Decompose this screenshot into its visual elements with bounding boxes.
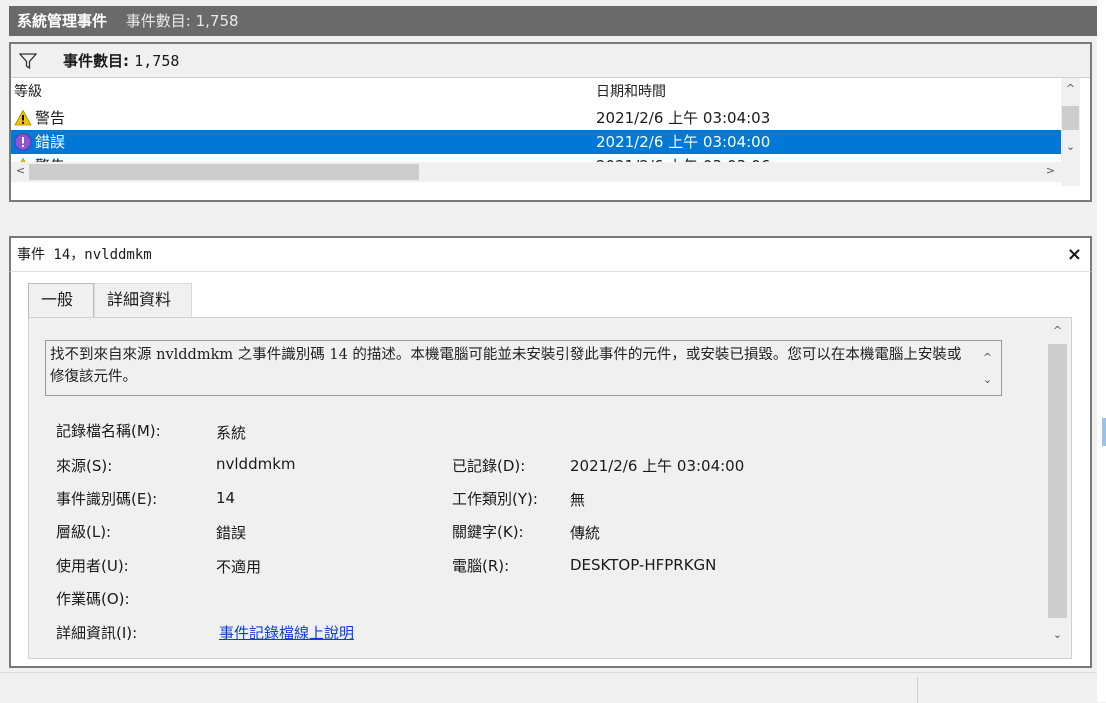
column-header-level[interactable]: 等級 [14, 78, 42, 106]
filter-bar: 事件數目: 1,758 [11, 44, 1090, 78]
status-bar [0, 672, 1097, 703]
tab-details[interactable]: 詳細資料 [94, 283, 192, 317]
scroll-thumb[interactable] [1048, 344, 1067, 618]
logged-value: 2021/2/6 上午 03:04:00 [570, 457, 745, 475]
online-help-link[interactable]: 事件記錄檔線上說明 [219, 622, 354, 643]
more-info-label: 詳細資訊(I): [56, 624, 138, 642]
source-label: 來源(S): [56, 457, 113, 475]
filter-icon[interactable] [19, 52, 37, 70]
description-box[interactable]: 找不到來自來源 nvlddmkm 之事件識別碼 14 的描述。本機電腦可能並未安… [45, 340, 1002, 396]
scroll-thumb[interactable] [29, 164, 419, 180]
detail-vertical-scrollbar[interactable]: ^ ⌄ [1046, 318, 1068, 656]
log-name-label: 記錄檔名稱(M): [56, 422, 161, 440]
level-label: 層級(L): [56, 523, 112, 541]
table-row[interactable]: 警告 2021/2/6 上午 03:04:03 [11, 106, 1061, 130]
scroll-up-icon[interactable]: ^ [1061, 82, 1080, 95]
opcode-label: 作業碼(O): [56, 590, 130, 608]
task-category-label: 工作類別(Y): [452, 490, 538, 508]
row-level: 警告 [35, 154, 65, 162]
scroll-left-icon[interactable]: < [11, 164, 30, 177]
column-header-datetime[interactable]: 日期和時間 [596, 78, 666, 106]
general-tab-content: 找不到來自來源 nvlddmkm 之事件識別碼 14 的描述。本機電腦可能並未安… [28, 317, 1072, 659]
level-value: 錯誤 [216, 524, 247, 542]
keywords-value: 傳統 [570, 524, 601, 542]
event-list-pane: 事件數目: 1,758 等級 日期和時間 警告 2021/2/6 上午 03:0… [9, 42, 1092, 202]
status-bar-divider [917, 677, 918, 703]
filter-summary: 事件數目: 1,758 [63, 50, 179, 71]
tab-general[interactable]: 一般 [28, 283, 94, 318]
right-edge-strip [1097, 0, 1106, 702]
splitter-highlight [1102, 418, 1106, 446]
close-icon[interactable]: × [1067, 238, 1082, 272]
scroll-thumb[interactable] [1062, 106, 1079, 130]
error-icon [14, 133, 32, 151]
grid-header: 等級 日期和時間 [11, 78, 1061, 106]
user-label: 使用者(U): [56, 557, 129, 575]
filter-count: 1,758 [134, 52, 180, 70]
warning-icon [14, 109, 32, 126]
event-grid: 等級 日期和時間 警告 2021/2/6 上午 03:04:03 錯誤 2021… [11, 78, 1090, 200]
computer-label: 電腦(R): [452, 557, 510, 575]
filter-label: 事件數目: [63, 52, 129, 70]
scroll-right-icon[interactable]: > [1041, 164, 1060, 177]
grid-horizontal-scrollbar[interactable]: < > [11, 162, 1061, 182]
title-event-count: 事件數目: 1,758 [125, 12, 239, 30]
user-value: 不適用 [216, 558, 262, 576]
scroll-up-icon[interactable]: ^ [978, 347, 997, 369]
scroll-down-icon[interactable]: ⌄ [1048, 628, 1067, 641]
scroll-down-icon[interactable]: ⌄ [978, 369, 997, 391]
panel-title: 系統管理事件 [17, 12, 108, 30]
grid-vertical-scrollbar[interactable]: ^ ⌄ [1061, 78, 1080, 186]
table-row[interactable]: 警告 2021/2/6 上午 03:03:06 [11, 154, 1061, 162]
panel-title-bar: 系統管理事件 事件數目: 1,758 [9, 6, 1097, 36]
description-text: 找不到來自來源 nvlddmkm 之事件識別碼 14 的描述。本機電腦可能並未安… [50, 347, 962, 385]
event-id-value: 14 [216, 489, 236, 507]
scroll-up-icon[interactable]: ^ [1048, 324, 1067, 337]
event-detail-title: 事件 14，nvlddmkm [17, 247, 152, 263]
computer-value: DESKTOP-HFPRKGN [570, 556, 717, 574]
grid-rows: 警告 2021/2/6 上午 03:04:03 錯誤 2021/2/6 上午 0… [11, 106, 1061, 162]
logged-label: 已記錄(D): [452, 457, 526, 475]
table-row-selected[interactable]: 錯誤 2021/2/6 上午 03:04:00 [11, 130, 1061, 154]
scroll-down-icon[interactable]: ⌄ [1061, 140, 1080, 153]
event-id-label: 事件識別碼(E): [56, 490, 158, 508]
row-datetime: 2021/2/6 上午 03:04:03 [596, 109, 771, 127]
event-detail-header: 事件 14，nvlddmkm × [9, 236, 1092, 272]
keywords-label: 關鍵字(K): [452, 523, 524, 541]
row-level: 錯誤 [35, 133, 66, 151]
source-value: nvlddmkm [216, 455, 296, 473]
log-name-value: 系統 [216, 424, 247, 442]
task-category-value: 無 [570, 491, 586, 509]
row-datetime: 2021/2/6 上午 03:04:00 [596, 133, 771, 151]
row-level: 警告 [35, 109, 66, 127]
row-datetime: 2021/2/6 上午 03:03:06 [596, 154, 770, 162]
